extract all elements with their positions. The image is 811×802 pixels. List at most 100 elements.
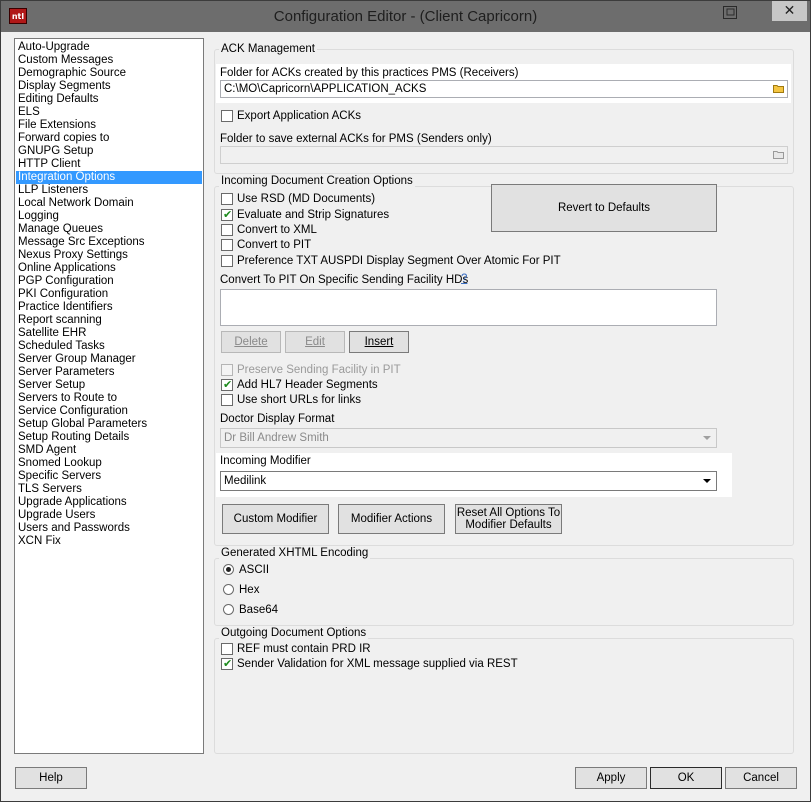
ref-prd-ir-checkbox[interactable] xyxy=(221,643,233,655)
checkmark-icon: ✔ xyxy=(223,208,233,221)
cancel-button[interactable]: Cancel xyxy=(725,767,797,789)
configuration-editor-window: ntl Configuration Editor - (Client Capri… xyxy=(0,0,811,802)
sidebar-item-users-and-passwords[interactable]: Users and Passwords xyxy=(16,522,202,535)
sidebar-item-forward-copies-to[interactable]: Forward copies to xyxy=(16,132,202,145)
checkmark-icon: ✔ xyxy=(223,657,233,670)
sidebar-item-snomed-lookup[interactable]: Snomed Lookup xyxy=(16,457,202,470)
sidebar-item-integration-options[interactable]: Integration Options xyxy=(16,171,202,184)
use-rsd-checkbox[interactable] xyxy=(221,193,233,205)
sidebar-item-editing-defaults[interactable]: Editing Defaults xyxy=(16,93,202,106)
sidebar-item-specific-servers[interactable]: Specific Servers xyxy=(16,470,202,483)
external-acks-input[interactable] xyxy=(220,146,788,164)
export-acks-label: Export Application ACKs xyxy=(237,110,362,122)
sidebar-item-message-src-exceptions[interactable]: Message Src Exceptions xyxy=(16,236,202,249)
sidebar-item-pki-configuration[interactable]: PKI Configuration xyxy=(16,288,202,301)
xhtml-encoding-title: Generated XHTML Encoding xyxy=(219,547,371,560)
sidebar-item-report-scanning[interactable]: Report scanning xyxy=(16,314,202,327)
folder-icon[interactable] xyxy=(773,84,784,93)
add-hl7-header-checkbox[interactable]: ✔ xyxy=(221,378,233,391)
custom-modifier-button[interactable]: Custom Modifier xyxy=(222,504,329,534)
help-button[interactable]: Help xyxy=(15,767,87,789)
incoming-modifier-label: Incoming Modifier xyxy=(220,455,311,467)
insert-button-label: Insert xyxy=(364,336,394,348)
ascii-radio[interactable] xyxy=(223,564,234,575)
window-title: Configuration Editor - (Client Capricorn… xyxy=(273,8,538,25)
evaluate-strip-signatures-checkbox[interactable]: ✔ xyxy=(221,208,233,221)
preserve-sending-facility-checkbox[interactable] xyxy=(221,364,233,376)
sidebar-item-practice-identifiers[interactable]: Practice Identifiers xyxy=(16,301,202,314)
doctor-display-format-value: Dr Bill Andrew Smith xyxy=(224,432,329,444)
delete-button[interactable]: Delete xyxy=(221,331,281,353)
ack-management-title: ACK Management xyxy=(219,43,317,56)
options-category-list[interactable]: Auto-Upgrade Custom Messages Demographic S… xyxy=(14,38,204,754)
ok-button[interactable]: OK xyxy=(650,767,722,789)
folder-icon[interactable] xyxy=(773,150,784,159)
doctor-display-format-select[interactable]: Dr Bill Andrew Smith xyxy=(220,428,717,448)
convert-to-pit-checkbox[interactable] xyxy=(221,239,233,251)
sidebar-item-http-client[interactable]: HTTP Client xyxy=(16,158,202,171)
revert-to-defaults-button[interactable]: Revert to Defaults xyxy=(491,184,717,232)
sidebar-item-display-segments[interactable]: Display Segments xyxy=(16,80,202,93)
incoming-modifier-select[interactable]: Medilink xyxy=(220,471,717,491)
insert-button[interactable]: Insert xyxy=(349,331,409,353)
sidebar-item-auto-upgrade[interactable]: Auto-Upgrade xyxy=(16,41,202,54)
sidebar-item-setup-routing-details[interactable]: Setup Routing Details xyxy=(16,431,202,444)
sidebar-item-server-group-manager[interactable]: Server Group Manager xyxy=(16,353,202,366)
export-acks-checkbox[interactable] xyxy=(221,110,233,122)
radio-dot xyxy=(226,567,231,572)
modifier-actions-button[interactable]: Modifier Actions xyxy=(338,504,445,534)
preference-txt-auspdi-checkbox[interactable] xyxy=(221,255,233,267)
title-bar[interactable]: ntl Configuration Editor - (Client Capri… xyxy=(1,1,810,32)
sidebar-item-scheduled-tasks[interactable]: Scheduled Tasks xyxy=(16,340,202,353)
sender-validation-checkbox[interactable]: ✔ xyxy=(221,657,233,670)
apply-button[interactable]: Apply xyxy=(575,767,647,789)
base64-radio[interactable] xyxy=(223,604,234,615)
sidebar-item-file-extensions[interactable]: File Extensions xyxy=(16,119,202,132)
sidebar-item-server-parameters[interactable]: Server Parameters xyxy=(16,366,202,379)
ack-folder-input[interactable]: C:\MO\Capricorn\APPLICATION_ACKS xyxy=(220,80,788,98)
use-short-urls-checkbox[interactable] xyxy=(221,394,233,406)
sidebar-item-nexus-proxy-settings[interactable]: Nexus Proxy Settings xyxy=(16,249,202,262)
reset-modifier-defaults-button[interactable]: Reset All Options To Modifier Defaults xyxy=(455,504,562,534)
sender-validation-label: Sender Validation for XML message suppli… xyxy=(237,658,518,670)
external-acks-label: Folder to save external ACKs for PMS (Se… xyxy=(220,133,492,145)
reset-modifier-defaults-line2: Modifier Defaults xyxy=(465,519,552,531)
chevron-down-icon[interactable] xyxy=(703,479,711,483)
convert-to-xml-label: Convert to XML xyxy=(237,224,317,236)
pit-facility-listbox[interactable] xyxy=(220,289,717,326)
sidebar-item-manage-queues[interactable]: Manage Queues xyxy=(16,223,202,236)
base64-label: Base64 xyxy=(239,604,279,616)
sidebar-item-local-network-domain[interactable]: Local Network Domain xyxy=(16,197,202,210)
restore-icon[interactable] xyxy=(723,6,737,19)
ack-folder-label: Folder for ACKs created by this practice… xyxy=(220,67,519,79)
sidebar-item-llp-listeners[interactable]: LLP Listeners xyxy=(16,184,202,197)
sidebar-item-service-configuration[interactable]: Service Configuration xyxy=(16,405,202,418)
sidebar-item-tls-servers[interactable]: TLS Servers xyxy=(16,483,202,496)
sidebar-item-els[interactable]: ELS xyxy=(16,106,202,119)
sidebar-item-upgrade-users[interactable]: Upgrade Users xyxy=(16,509,202,522)
sidebar-item-upgrade-applications[interactable]: Upgrade Applications xyxy=(16,496,202,509)
ascii-label: ASCII xyxy=(239,564,270,576)
ack-folder-value: C:\MO\Capricorn\APPLICATION_ACKS xyxy=(224,83,427,95)
sidebar-item-servers-to-route-to[interactable]: Servers to Route to xyxy=(16,392,202,405)
hex-radio[interactable] xyxy=(223,584,234,595)
pit-facility-help-link[interactable]: ? xyxy=(461,273,467,285)
sidebar-item-smd-agent[interactable]: SMD Agent xyxy=(16,444,202,457)
sidebar-item-gnupg-setup[interactable]: GNUPG Setup xyxy=(16,145,202,158)
close-icon[interactable]: ✕ xyxy=(772,1,807,21)
delete-button-label: Delete xyxy=(234,336,268,348)
convert-to-xml-checkbox[interactable] xyxy=(221,224,233,236)
use-rsd-label: Use RSD (MD Documents) xyxy=(237,193,376,205)
sidebar-item-online-applications[interactable]: Online Applications xyxy=(16,262,202,275)
sidebar-item-server-setup[interactable]: Server Setup xyxy=(16,379,202,392)
sidebar-item-satellite-ehr[interactable]: Satellite EHR xyxy=(16,327,202,340)
convert-to-pit-label: Convert to PIT xyxy=(237,239,312,251)
sidebar-item-pgp-configuration[interactable]: PGP Configuration xyxy=(16,275,202,288)
chevron-down-icon[interactable] xyxy=(703,436,711,440)
sidebar-item-setup-global-parameters[interactable]: Setup Global Parameters xyxy=(16,418,202,431)
sidebar-item-logging[interactable]: Logging xyxy=(16,210,202,223)
edit-button[interactable]: Edit xyxy=(285,331,345,353)
sidebar-item-demographic-source[interactable]: Demographic Source xyxy=(16,67,202,80)
sidebar-item-custom-messages[interactable]: Custom Messages xyxy=(16,54,202,67)
sidebar-item-xcn-fix[interactable]: XCN Fix xyxy=(16,535,202,548)
